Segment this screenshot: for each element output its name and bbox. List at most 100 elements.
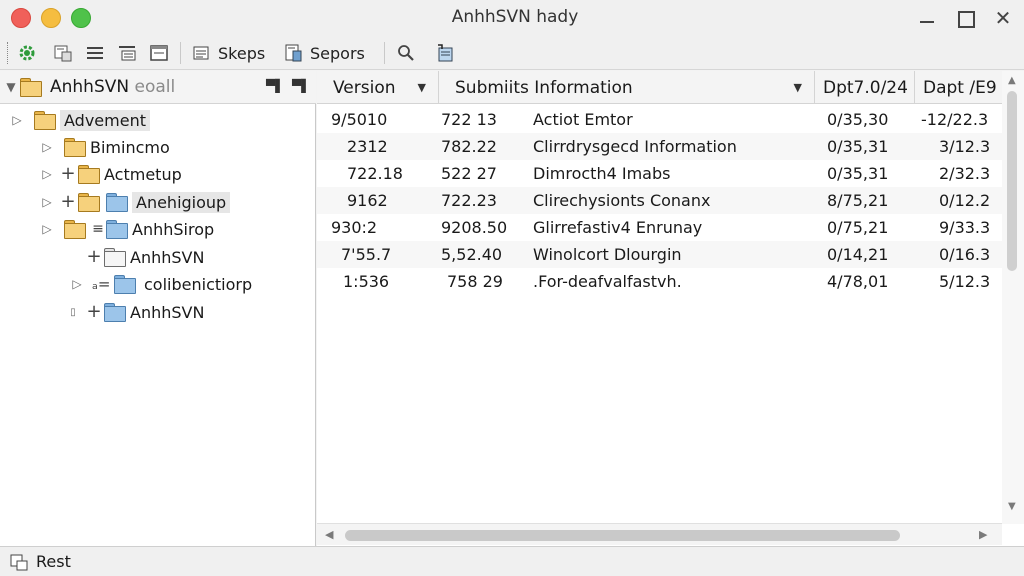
tree-node[interactable]: ▷ ₐ= colibenictiorp (70, 271, 252, 297)
folder-icon (78, 193, 100, 212)
skeps-button[interactable]: Skeps (190, 41, 265, 65)
date-cell: 8/75,21 (827, 191, 889, 210)
settings-button[interactable] (16, 41, 38, 65)
tree-node[interactable]: + AnhhSVN (86, 244, 204, 270)
export-button[interactable] (434, 41, 456, 65)
pin-icon[interactable]: ▀▌ (266, 79, 284, 93)
chevron-right-icon[interactable]: ▷ (10, 113, 24, 127)
table-row[interactable]: 930:2 9208.50 Glirrefastiv4 Enrunay 0/75… (317, 214, 1002, 241)
revision-cell: 782.22 (441, 137, 497, 156)
details-icon (116, 42, 138, 64)
table-row[interactable]: 722.18 522 27 Dimrocth4 Imabs 0/35,31 2/… (317, 160, 1002, 187)
info-cell: Glirrefastiv4 Enrunay (533, 218, 703, 237)
chevron-right-icon[interactable]: ▷ (40, 167, 54, 181)
blue-folder-icon (106, 220, 128, 239)
minimize-icon[interactable] (914, 6, 940, 30)
blue-folder-icon (104, 303, 126, 322)
chevron-right-icon[interactable]: ▷ (40, 140, 54, 154)
sepors-button[interactable]: Sepors (282, 41, 365, 65)
blue-folder-icon (106, 193, 128, 212)
tree-node-label: AnhhSVN (130, 302, 205, 322)
plus-icon[interactable]: + (60, 165, 76, 183)
log-list-pane: Version ▼ Submiits Information ▼ Dpt7.0/… (317, 71, 1024, 546)
report-icon (282, 42, 304, 64)
version-cell: 9162 (347, 191, 388, 210)
chevron-right-icon[interactable]: ▷ (40, 222, 54, 236)
app-window: AnhhSVN hady ✕ Skeps Sepors ▼ AnhhSVN eo… (0, 0, 1024, 576)
chevron-down-icon[interactable]: ▼ (794, 81, 802, 94)
table-row[interactable]: 9162 722.23 Clirechysionts Conanx 8/75,2… (317, 187, 1002, 214)
table-row[interactable]: 9/5010 722 13 Actiot Emtor 0/35,30 -12/2… (317, 106, 1002, 133)
branch-icon: ≡ (92, 221, 104, 237)
date-cell: 2/32.3 (939, 164, 991, 183)
version-cell: 1:536 (343, 272, 390, 291)
chevron-right-icon[interactable]: ▷ (40, 195, 54, 209)
plus-icon[interactable]: + (86, 248, 102, 266)
revision-cell: 758 29 (447, 272, 503, 291)
scroll-up-icon[interactable]: ▲ (1008, 75, 1016, 86)
tree-node[interactable]: ▷ + Actmetup (40, 161, 182, 187)
scroll-left-icon[interactable]: ◀ (325, 528, 333, 541)
tree-node[interactable]: ▷ ≡ AnhhSirop (40, 216, 214, 242)
table-row[interactable]: 2312 782.22 Clirrdrysgecd Information 0/… (317, 133, 1002, 160)
plus-icon[interactable]: + (60, 193, 76, 211)
revision-cell: 722 13 (441, 110, 497, 129)
version-cell: 930:2 (331, 218, 378, 237)
tree-node[interactable]: ▯ + AnhhSVN (66, 299, 204, 325)
table-row[interactable]: 1:536 758 29 .For-deafvalfastvh. 4/78,01… (317, 268, 1002, 295)
tree-node-label: Anehigioup (132, 191, 231, 213)
plus-icon[interactable]: + (86, 303, 102, 321)
chevron-down-icon[interactable]: ▼ (418, 81, 426, 94)
chevron-down-icon[interactable]: ▼ (4, 80, 18, 94)
horizontal-scrollbar[interactable]: ◀ ▶ (317, 523, 1002, 545)
window-view-button[interactable] (148, 41, 170, 65)
properties-button[interactable] (52, 41, 74, 65)
column-header-date-1[interactable]: Dpt7.0/24 (815, 71, 915, 104)
revision-cell: 9208.50 (441, 218, 508, 237)
vertical-scrollbar[interactable]: ▲ ▼ (1002, 71, 1024, 524)
window-icon (148, 42, 170, 64)
folder-tree-pane: ▼ AnhhSVN eoall ▀▌ ▀▌ ▷ Advement ▷ Bimin… (0, 71, 316, 546)
blue-folder-icon (114, 275, 136, 294)
status-label: Rest (36, 552, 71, 571)
revision-cell: 522 27 (441, 164, 497, 183)
column-header-information[interactable]: Submiits Information ▼ (439, 71, 815, 104)
export-icon (434, 42, 456, 64)
folder-icon (34, 111, 56, 130)
table-row[interactable]: 7'55.7 5,52.40 Winolcort Dlourgin 0/14,2… (317, 241, 1002, 268)
tree-node-label: Bimincmo (90, 137, 170, 157)
horizontal-scroll-thumb[interactable] (345, 530, 900, 541)
scroll-right-icon[interactable]: ▶ (979, 528, 987, 541)
folder-icon (20, 78, 42, 97)
info-cell: .For-deafvalfastvh. (533, 272, 682, 291)
status-icon (8, 551, 30, 573)
sepors-label: Sepors (310, 43, 365, 63)
search-button[interactable] (395, 41, 417, 65)
tree-node-label: AnhhSVN (130, 247, 205, 267)
status-bar: Rest (0, 546, 1024, 576)
date-cell: 0/35,31 (827, 164, 889, 183)
list-icon (84, 42, 106, 64)
list-view-button[interactable] (84, 41, 106, 65)
window-title: AnhhSVN hady (451, 7, 579, 27)
tree-node-label: Advement (60, 109, 150, 131)
tree-node[interactable]: ▷ Bimincmo (40, 134, 170, 160)
folder-icon (64, 220, 86, 239)
column-header-date-2[interactable]: Dapt /E9 (915, 71, 1002, 104)
version-cell: 9/5010 (331, 110, 388, 129)
date-cell: 4/78,01 (827, 272, 889, 291)
chevron-right-icon[interactable]: ▷ (70, 277, 84, 291)
column-header-version[interactable]: Version ▼ (317, 71, 439, 104)
tree-node[interactable]: ▷ + Anehigioup (40, 189, 231, 215)
info-cell: Dimrocth4 Imabs (533, 164, 671, 183)
tree-node[interactable]: ▷ Advement (10, 107, 150, 133)
date-cell: 0/14,21 (827, 245, 889, 264)
vertical-scroll-thumb[interactable] (1007, 91, 1017, 271)
scroll-down-icon[interactable]: ▼ (1008, 501, 1016, 512)
toolbar-grip[interactable] (7, 42, 10, 64)
details-view-button[interactable] (116, 41, 138, 65)
close-icon[interactable]: ✕ (990, 6, 1016, 30)
maximize-icon[interactable] (952, 6, 978, 30)
date-cell: 9/33.3 (939, 218, 991, 237)
pin-icon[interactable]: ▀▌ (292, 79, 310, 93)
